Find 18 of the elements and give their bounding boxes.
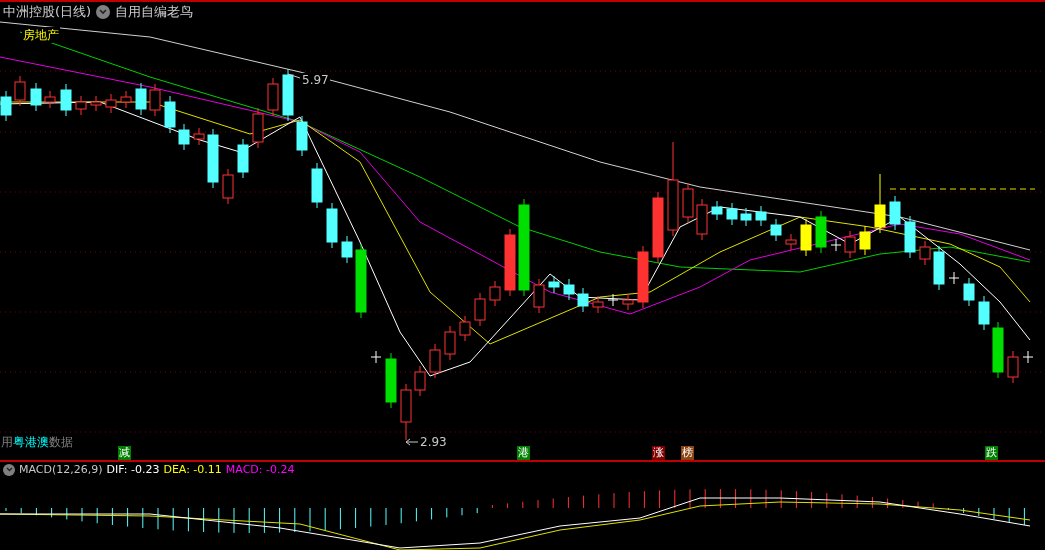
arrow-icon: [405, 438, 419, 446]
signal-badge: 跌: [985, 446, 998, 460]
dea-value: DEA: -0.11: [163, 462, 222, 477]
leader-line: [287, 73, 301, 79]
sector-label: 房地产: [22, 27, 60, 43]
signal-badge: 港: [517, 446, 530, 460]
dropdown-icon[interactable]: [96, 5, 111, 19]
dropdown-icon[interactable]: [3, 463, 15, 476]
chart-title: 中洲控股(日线): [3, 3, 92, 21]
signal-badge: 榜: [681, 446, 694, 460]
data-label: 用粤港澳数据: [1, 434, 73, 450]
macd-value: MACD: -0.24: [225, 462, 295, 477]
indicator-name[interactable]: 自用自编老鸟: [115, 3, 194, 21]
dif-value: DIF: -0.23: [106, 462, 160, 477]
indicator-name: MACD(12,26,9): [19, 462, 103, 477]
signal-badge: 减: [118, 446, 131, 460]
price-label: 2.93: [420, 435, 447, 450]
signal-badge: 涨: [652, 446, 665, 460]
